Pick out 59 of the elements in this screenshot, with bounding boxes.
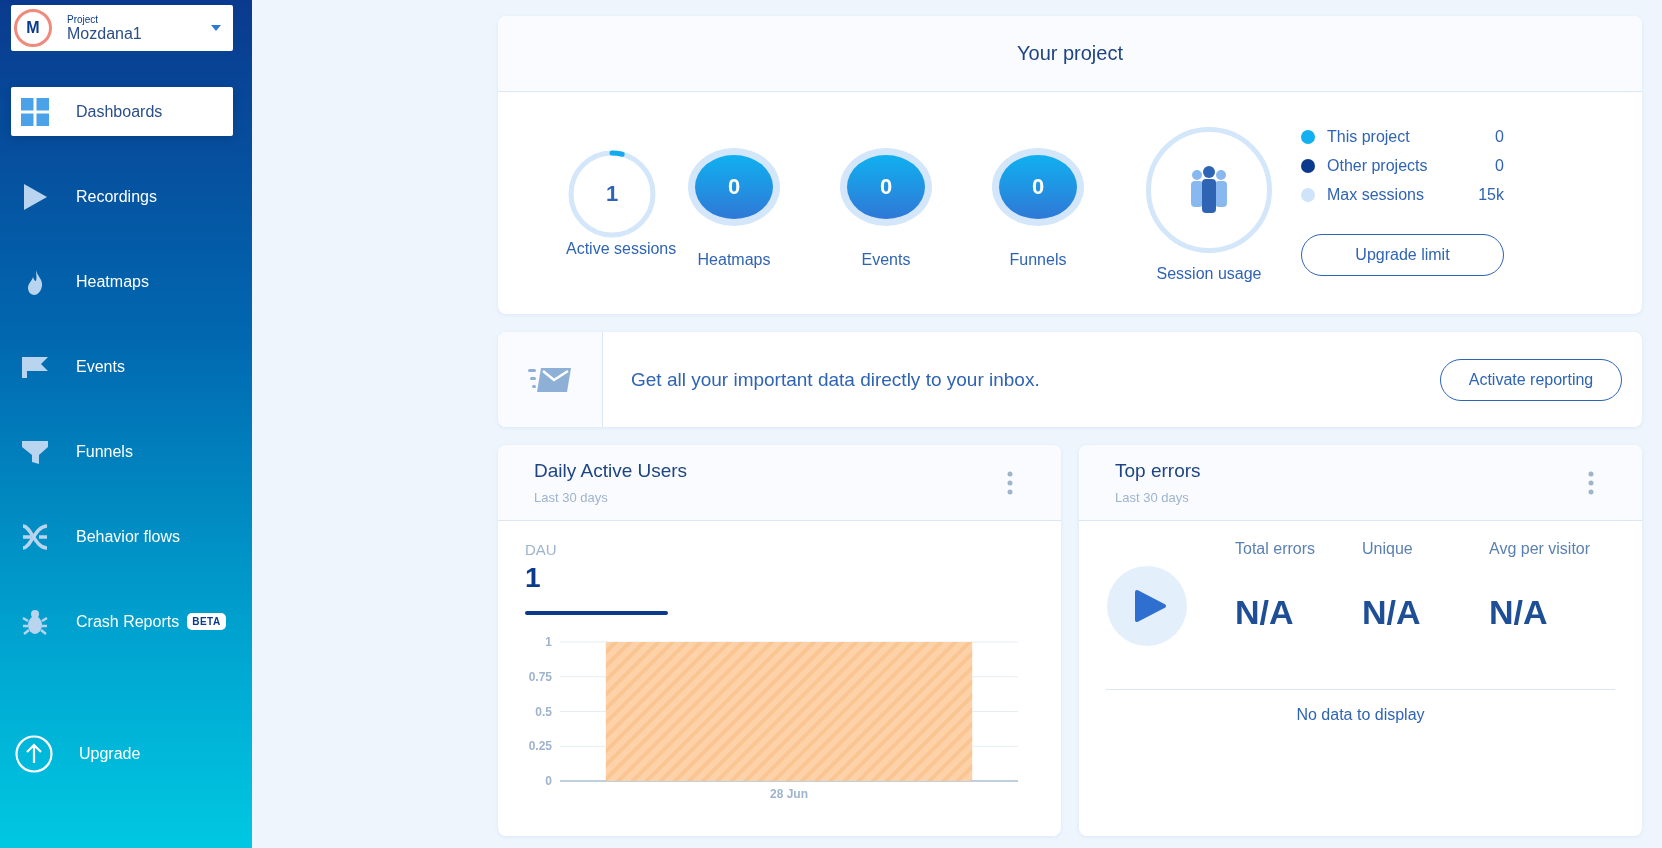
more-icon[interactable] bbox=[1588, 470, 1594, 495]
nav-item[interactable]: Behavior flows bbox=[11, 512, 233, 561]
beta-badge: BETA bbox=[187, 613, 226, 630]
y-tick-label: 1 bbox=[545, 635, 552, 649]
y-tick-label: 0.5 bbox=[535, 704, 552, 719]
stat-label: Active sessions bbox=[566, 240, 677, 257]
nav-item[interactable]: Events bbox=[11, 342, 233, 391]
grid-icon bbox=[21, 97, 49, 126]
metric-label: Avg per visitor bbox=[1489, 540, 1592, 558]
project-switcher[interactable]: M Project Mozdana1 bbox=[11, 5, 233, 51]
metric-value: 1 bbox=[525, 562, 541, 594]
legend-value: 0 bbox=[1495, 127, 1504, 146]
card-title: Top errors bbox=[1115, 460, 1202, 482]
card-subtitle: Last 30 days bbox=[1115, 490, 1190, 505]
play-icon bbox=[21, 182, 49, 211]
bug-icon bbox=[21, 607, 49, 636]
project-label: Project bbox=[67, 13, 100, 25]
legend-label: Other projects bbox=[1327, 156, 1429, 175]
metric-label: DAU bbox=[525, 541, 557, 558]
nav-item[interactable]: Heatmaps bbox=[11, 257, 233, 306]
activate-reporting-button[interactable]: Activate reporting bbox=[1440, 358, 1622, 401]
x-tick-label: 28 Jun bbox=[770, 787, 808, 801]
metric-value: N/A bbox=[1362, 593, 1422, 632]
nav-item[interactable]: Dashboards bbox=[11, 87, 233, 136]
upgrade-limit-button[interactable]: Upgrade limit bbox=[1301, 234, 1504, 276]
legend-value: 0 bbox=[1495, 156, 1504, 175]
mail-icon bbox=[528, 366, 572, 393]
stat-circle: 0 bbox=[688, 148, 780, 226]
stat-value: 1 bbox=[604, 181, 620, 207]
card-title: Your project bbox=[1017, 42, 1123, 65]
stat-circle: 0 bbox=[992, 148, 1084, 226]
card-title: Daily Active Users bbox=[534, 460, 689, 482]
y-tick-label: 0.25 bbox=[528, 739, 552, 754]
nav-item[interactable]: Recordings bbox=[11, 172, 233, 221]
legend-label: This project bbox=[1327, 127, 1411, 146]
play-icon bbox=[1107, 566, 1187, 646]
legend-value: 15k bbox=[1478, 185, 1504, 204]
stat-label: Funnels bbox=[1009, 251, 1067, 269]
stat-circle: 0 bbox=[840, 148, 932, 226]
nav-item[interactable]: Crash Reports BETA bbox=[11, 597, 233, 646]
legend-label: Max sessions bbox=[1327, 185, 1425, 204]
caret-icon bbox=[211, 25, 221, 31]
y-tick-label: 0.75 bbox=[528, 669, 552, 684]
banner-text: Get all your important data directly to your inbox. bbox=[631, 368, 1041, 391]
stat-label: Heatmaps bbox=[697, 251, 771, 269]
metric-label: Unique bbox=[1362, 540, 1414, 558]
nav-item[interactable]: Funnels bbox=[11, 427, 233, 476]
stat-label: Session usage bbox=[1156, 265, 1262, 283]
card-subtitle: Last 30 days bbox=[534, 490, 609, 505]
metric-label: Total errors bbox=[1235, 540, 1317, 558]
y-tick-label: 0 bbox=[545, 774, 552, 788]
metric-value: N/A bbox=[1489, 593, 1549, 632]
project-avatar: M bbox=[14, 9, 52, 47]
project-name: Mozdana1 bbox=[67, 24, 143, 43]
flows-icon bbox=[21, 522, 49, 551]
empty-message: No data to display bbox=[1296, 706, 1425, 723]
more-icon[interactable] bbox=[1007, 470, 1013, 495]
metric-value: N/A bbox=[1235, 593, 1295, 632]
stat-label: Events bbox=[861, 251, 911, 269]
